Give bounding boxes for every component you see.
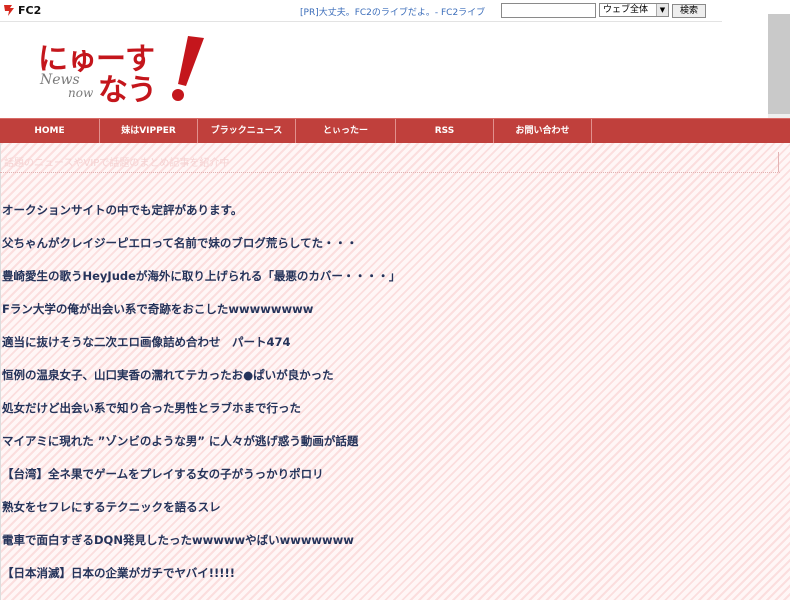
nav-rss[interactable]: RSS [396,119,494,143]
article-link[interactable]: 【台湾】全ネ果でゲームをプレイする女の子がうっかりポロリ [2,464,400,497]
chevron-down-icon: ▼ [656,4,668,16]
article-link[interactable]: 豊崎愛生の歌うHeyJudeが海外に取り上げられる「最悪のカバー・・・・」 [2,266,400,299]
fc2-logo-text: FC2 [18,3,42,17]
site-logo[interactable]: にゅーす News now なう [36,34,206,108]
fc2-logo[interactable]: FC2 [2,3,41,17]
page: FC2 [PR]大丈夫。FC2のライブだよ。- FC2ライブ ウェブ全体 ▼ 検… [0,0,800,600]
search-scope-value: ウェブ全体 [603,5,649,15]
banner-text: 話題のニュースやVIPで話題のまとめ記事を紹介中 [4,158,230,169]
nav-twitter[interactable]: とぃったー [296,119,396,143]
header-tail [722,0,800,14]
logo-now-text: now [68,86,94,100]
nav-home[interactable]: HOME [0,119,100,143]
article-link[interactable]: マイアミに現れた ”ゾンビのような男” に人々が逃げ惑う動画が話題 [2,431,400,464]
article-link[interactable]: 【日本消滅】日本の企業がガチでヤバイ!!!!! [2,563,400,596]
article-link[interactable]: 父ちゃんがクレイジーピエロって名前で妹のブログ荒らしてた・・・ [2,233,400,266]
article-list: オークションサイトの中でも定評があります。 父ちゃんがクレイジーピエロって名前で… [2,200,400,596]
exclamation-icon [172,36,204,101]
fc2-pr-link[interactable]: [PR]大丈夫。FC2のライブだよ。- FC2ライブ [300,5,485,18]
article-link[interactable]: オークションサイトの中でも定評があります。 [2,200,400,233]
article-link[interactable]: 恒例の温泉女子、山口実香の濡れてテカったお●ぱいが良かった [2,365,400,398]
search-scope-select[interactable]: ウェブ全体 ▼ [599,3,669,17]
article-link[interactable]: 処女だけど出会い系で知り合った男性とラブホまで行った [2,398,400,431]
article-link[interactable]: 適当に抜けそうな二次エロ画像詰め合わせ パート474 [2,332,400,365]
nav-imouto-vipper[interactable]: 妹はVIPPER [100,119,198,143]
fc2-mark-icon [2,3,16,17]
fc2-header-bar: FC2 [PR]大丈夫。FC2のライブだよ。- FC2ライブ ウェブ全体 ▼ 検… [0,0,722,22]
scrollbar-thumb[interactable] [768,14,790,114]
search-input[interactable] [501,3,596,18]
nav-black-news[interactable]: ブラックニュース [198,119,296,143]
search-button[interactable]: 検索 [672,4,706,18]
article-link[interactable]: 熟女をセフレにするテクニックを語るスレ [2,497,400,530]
logo-title-line2: なう [98,73,157,108]
nav-contact[interactable]: お問い合わせ [494,119,592,143]
article-link[interactable]: Fラン大学の俺が出会い系で奇跡をおこしたwwwwwwww [2,299,400,332]
banner-divider [778,152,791,172]
main-nav: HOME 妹はVIPPER ブラックニュース とぃったー RSS お問い合わせ [0,118,790,144]
article-link[interactable]: 電車で面白すぎるDQN発見したったwwwwwやばいwwwwwww [2,530,400,563]
